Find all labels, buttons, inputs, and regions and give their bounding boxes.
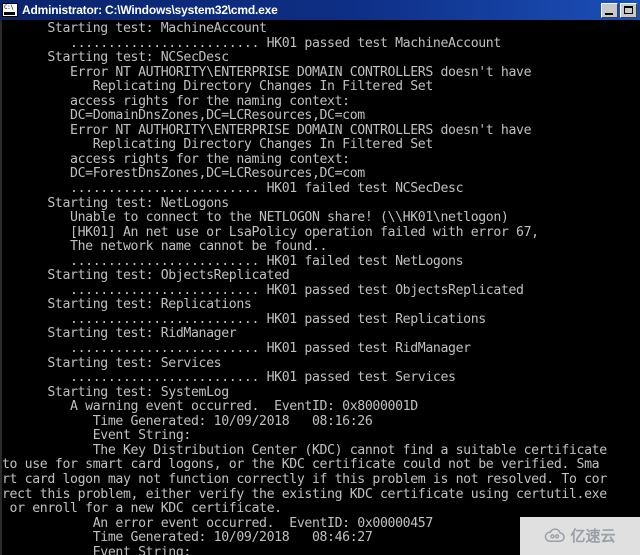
console-text: Starting test: MachineAccount ..........… bbox=[2, 21, 607, 555]
window-title: Administrator: C:\Windows\system32\cmd.e… bbox=[22, 3, 278, 17]
watermark-text: 亿速云 bbox=[570, 527, 616, 545]
cmd-window: Administrator: C:\Windows\system32\cmd.e… bbox=[0, 0, 640, 555]
minimize-button[interactable] bbox=[601, 2, 618, 18]
window-titlebar[interactable]: Administrator: C:\Windows\system32\cmd.e… bbox=[0, 0, 640, 20]
watermark: 亿速云 bbox=[520, 517, 640, 555]
titlebar-left-group: Administrator: C:\Windows\system32\cmd.e… bbox=[2, 3, 601, 17]
window-controls bbox=[601, 2, 639, 18]
cloud-logo-icon bbox=[544, 528, 566, 544]
cmd-icon[interactable] bbox=[2, 3, 18, 17]
console-output-area[interactable]: Starting test: MachineAccount ..........… bbox=[0, 20, 640, 555]
maximize-button[interactable] bbox=[620, 2, 637, 18]
